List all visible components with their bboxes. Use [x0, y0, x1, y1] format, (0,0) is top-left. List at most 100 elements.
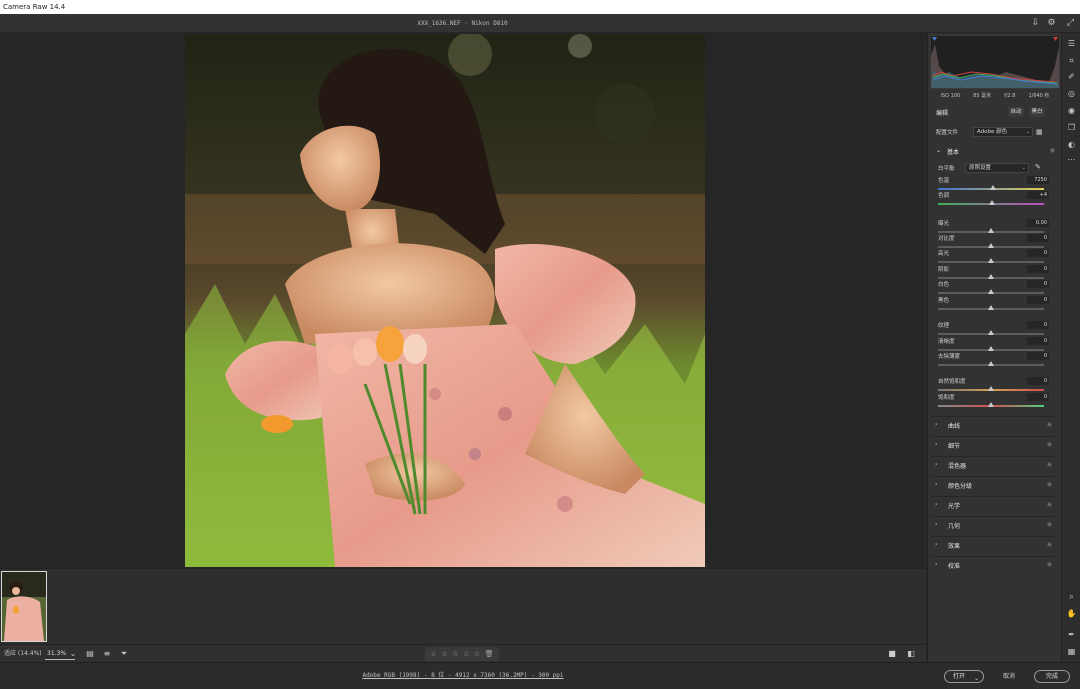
slider-value-input[interactable]: 0 [1027, 296, 1049, 304]
slider-thumb[interactable] [988, 258, 994, 263]
eyedropper-icon[interactable]: ✎ [1035, 163, 1041, 171]
slider-value-input[interactable]: 0 [1027, 393, 1049, 401]
black-white-button[interactable]: 黑白 [1029, 107, 1045, 117]
visibility-eye-icon[interactable]: ◉ [1047, 501, 1052, 508]
edit-sliders-icon[interactable]: ☰ [1065, 37, 1078, 50]
panel-section[interactable]: › 校准 ◉ [931, 556, 1055, 574]
slider-track[interactable] [938, 361, 1044, 366]
slider-thumb[interactable] [989, 200, 996, 205]
slider-track[interactable] [938, 258, 1044, 263]
slider-thumb[interactable] [988, 330, 994, 335]
chevron-right-icon[interactable]: › [935, 441, 937, 448]
slider-thumb[interactable] [988, 386, 994, 391]
chevron-right-icon[interactable]: › [935, 561, 937, 568]
sort-icon[interactable]: ≡ [101, 648, 113, 660]
panel-section[interactable]: › 颜色分级 ◉ [931, 476, 1055, 494]
chevron-right-icon[interactable]: › [935, 501, 937, 508]
healing-brush-icon[interactable]: ✐ [1065, 70, 1078, 83]
hand-icon[interactable]: ✋ [1065, 607, 1078, 620]
before-after-icon[interactable]: ◧ [905, 648, 917, 660]
basic-section-title[interactable]: 基本 [947, 147, 959, 156]
slider-track[interactable] [938, 274, 1044, 279]
chevron-right-icon[interactable]: › [935, 421, 937, 428]
zoom-dropdown-chevron-icon[interactable]: ⌄ [67, 648, 79, 660]
visibility-eye-icon[interactable]: ◉ [1047, 521, 1052, 528]
profile-select[interactable]: Adobe 颜色 ⌄ [973, 127, 1033, 137]
fit-zoom-label[interactable]: 适应 (14.4%) [4, 645, 42, 663]
image-canvas[interactable] [0, 33, 926, 568]
photo-preview[interactable] [185, 34, 705, 567]
visibility-eye-icon[interactable]: ◉ [1047, 461, 1052, 468]
cancel-button[interactable]: 取消 [1003, 670, 1015, 683]
slider-value-input[interactable]: 0.00 [1027, 219, 1049, 227]
slider-value-input[interactable]: 0 [1027, 280, 1049, 288]
grid-overlay-icon[interactable]: ▦ [1065, 645, 1078, 658]
workflow-options-link[interactable]: Adobe RGB (1998) - 8 位 - 4912 x 7360 (36… [0, 663, 926, 689]
panel-section[interactable]: › 效果 ◉ [931, 536, 1055, 554]
panel-section-title[interactable]: 校准 [948, 561, 960, 570]
slider-track[interactable] [938, 185, 1044, 190]
profile-browser-icon[interactable]: ▦ [1036, 128, 1043, 136]
slider-track[interactable] [938, 402, 1044, 407]
star-icon[interactable]: ☆ [474, 650, 480, 658]
slider-value-input[interactable]: 0 [1027, 234, 1049, 242]
slider-thumb[interactable] [988, 361, 994, 366]
slider-value-input[interactable]: 0 [1027, 265, 1049, 273]
panel-section-title[interactable]: 效果 [948, 541, 960, 550]
slider-value-input[interactable]: 7250 [1027, 176, 1049, 184]
panel-section[interactable]: › 光学 ◉ [931, 496, 1055, 514]
slider-value-input[interactable]: 0 [1027, 337, 1049, 345]
slider-value-input[interactable]: +4 [1027, 191, 1049, 199]
slider-thumb[interactable] [988, 274, 994, 279]
star-icon[interactable]: ☆ [463, 650, 469, 658]
slider-value-input[interactable]: 0 [1027, 321, 1049, 329]
panel-section-title[interactable]: 细节 [948, 441, 960, 450]
slider-track[interactable] [938, 200, 1044, 205]
slider-track[interactable] [938, 228, 1044, 233]
fullscreen-icon[interactable]: ⤢ [1064, 17, 1077, 30]
slider-track[interactable] [938, 289, 1044, 294]
save-icon[interactable]: ⇩ [1029, 17, 1042, 30]
slider-thumb[interactable] [988, 305, 994, 310]
visibility-eye-icon[interactable]: ◉ [1047, 441, 1052, 448]
snapshots-icon[interactable]: ❐ [1065, 121, 1078, 134]
chevron-right-icon[interactable]: › [935, 521, 937, 528]
slider-thumb[interactable] [988, 228, 994, 233]
chevron-right-icon[interactable]: › [935, 541, 937, 548]
slider-value-input[interactable]: 0 [1027, 352, 1049, 360]
slider-thumb[interactable] [988, 346, 994, 351]
open-options-chevron-icon[interactable]: ⌄ [974, 672, 979, 685]
visibility-eye-icon[interactable]: ◉ [1050, 147, 1055, 154]
star-rating[interactable]: ☆ ☆ ☆ ☆ ☆ 🗑 [425, 647, 499, 661]
slider-thumb[interactable] [988, 243, 994, 248]
slider-value-input[interactable]: 0 [1027, 377, 1049, 385]
crop-icon[interactable]: ⌗ [1065, 54, 1078, 67]
mask-icon[interactable]: ◎ [1065, 87, 1078, 100]
chevron-right-icon[interactable]: › [935, 461, 937, 468]
slider-track[interactable] [938, 330, 1044, 335]
panel-section-title[interactable]: 几何 [948, 521, 960, 530]
visibility-eye-icon[interactable]: ◉ [1047, 421, 1052, 428]
done-button[interactable]: 完成 [1034, 670, 1070, 683]
panel-section-title[interactable]: 光学 [948, 501, 960, 510]
gear-icon[interactable]: ⚙ [1045, 17, 1058, 30]
red-eye-icon[interactable]: ◉ [1065, 104, 1078, 117]
auto-button[interactable]: 自动 [1008, 107, 1024, 117]
slider-track[interactable] [938, 243, 1044, 248]
filmstrip-thumbnail[interactable] [1, 571, 47, 642]
basic-chevron-icon[interactable]: ⌄ [936, 147, 941, 154]
slider-track[interactable] [938, 305, 1044, 310]
filter-icon[interactable]: ⏷ [118, 648, 130, 660]
slider-track[interactable] [938, 386, 1044, 391]
star-icon[interactable]: ☆ [441, 650, 447, 658]
white-balance-select[interactable]: 原照设置 ⌄ [965, 163, 1029, 173]
panel-section[interactable]: › 几何 ◉ [931, 516, 1055, 534]
slider-track[interactable] [938, 346, 1044, 351]
slider-thumb[interactable] [988, 289, 994, 294]
single-view-icon[interactable]: ■ [886, 648, 898, 660]
panel-section[interactable]: › 混色器 ◉ [931, 456, 1055, 474]
chevron-right-icon[interactable]: › [935, 481, 937, 488]
panel-section-title[interactable]: 混色器 [948, 461, 966, 470]
slider-value-input[interactable]: 0 [1027, 249, 1049, 257]
color-sampler-icon[interactable]: ✒ [1065, 628, 1078, 641]
